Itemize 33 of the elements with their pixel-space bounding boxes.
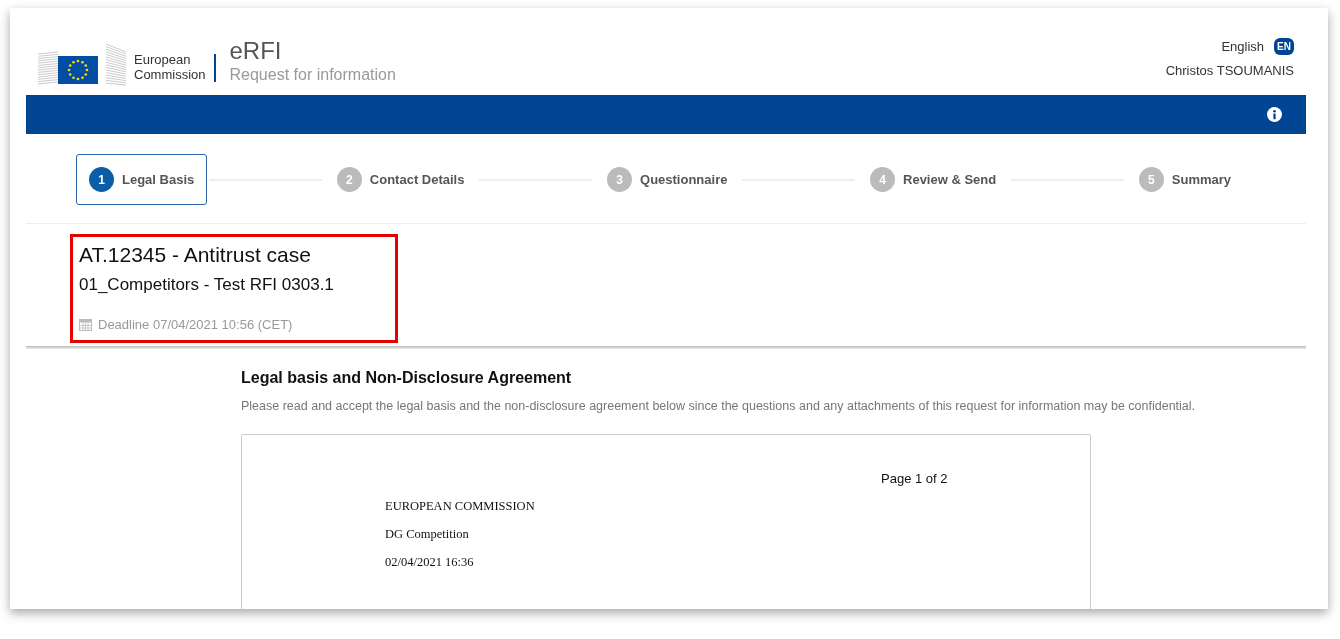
wizard-step[interactable]: 3 Questionnaire xyxy=(594,154,741,205)
step-number: 5 xyxy=(1138,167,1164,192)
section-heading: Legal basis and Non-Disclosure Agreement xyxy=(241,369,573,387)
step-number: 3 xyxy=(607,167,633,192)
step-label: Questionnaire xyxy=(640,172,728,187)
info-icon[interactable] xyxy=(1267,107,1282,122)
step-label: Summary xyxy=(1171,172,1232,187)
app-subtitle: Request for information xyxy=(229,66,396,84)
step-label: Legal Basis xyxy=(122,172,195,187)
org-name: Commission xyxy=(134,67,206,82)
section-intro: Please read and accept the legal basis and the non-disclosure agreement below since the questions and any attachments of this request for information may be confidential. xyxy=(241,399,1197,413)
case-subtitle: 01_Competitors - Test RFI 0303.1 xyxy=(79,275,335,295)
step-label: Contact Details xyxy=(369,172,465,187)
step-number: 2 xyxy=(336,167,362,192)
step-number: 1 xyxy=(89,167,114,192)
wizard-step[interactable]: 4 Review & Send xyxy=(857,154,1010,205)
document-line: DG Competition xyxy=(385,527,470,542)
case-title: AT.12345 - Antitrust case xyxy=(79,243,312,267)
org-name: European xyxy=(134,52,192,67)
calendar-icon xyxy=(79,318,92,331)
language-link[interactable]: English xyxy=(1221,39,1265,54)
step-label: Review & Send xyxy=(903,172,997,187)
document-line: EUROPEAN COMMISSION xyxy=(385,499,536,514)
app-name: eRFI xyxy=(229,36,283,66)
wizard-step[interactable]: 2 Contact Details xyxy=(323,154,478,205)
wizard-step[interactable]: 5 Summary xyxy=(1125,154,1245,205)
document-line: 02/04/2021 16:36 xyxy=(385,555,475,570)
user-name: Christos TSOUMANIS xyxy=(1165,63,1294,78)
language-badge[interactable]: EN xyxy=(1274,38,1294,55)
wizard-step[interactable]: 1 Legal Basis xyxy=(76,154,208,205)
step-number: 4 xyxy=(870,167,895,192)
deadline-text: Deadline 07/04/2021 10:56 (CET) xyxy=(98,317,293,332)
page-number: Page 1 of 2 xyxy=(881,471,948,486)
